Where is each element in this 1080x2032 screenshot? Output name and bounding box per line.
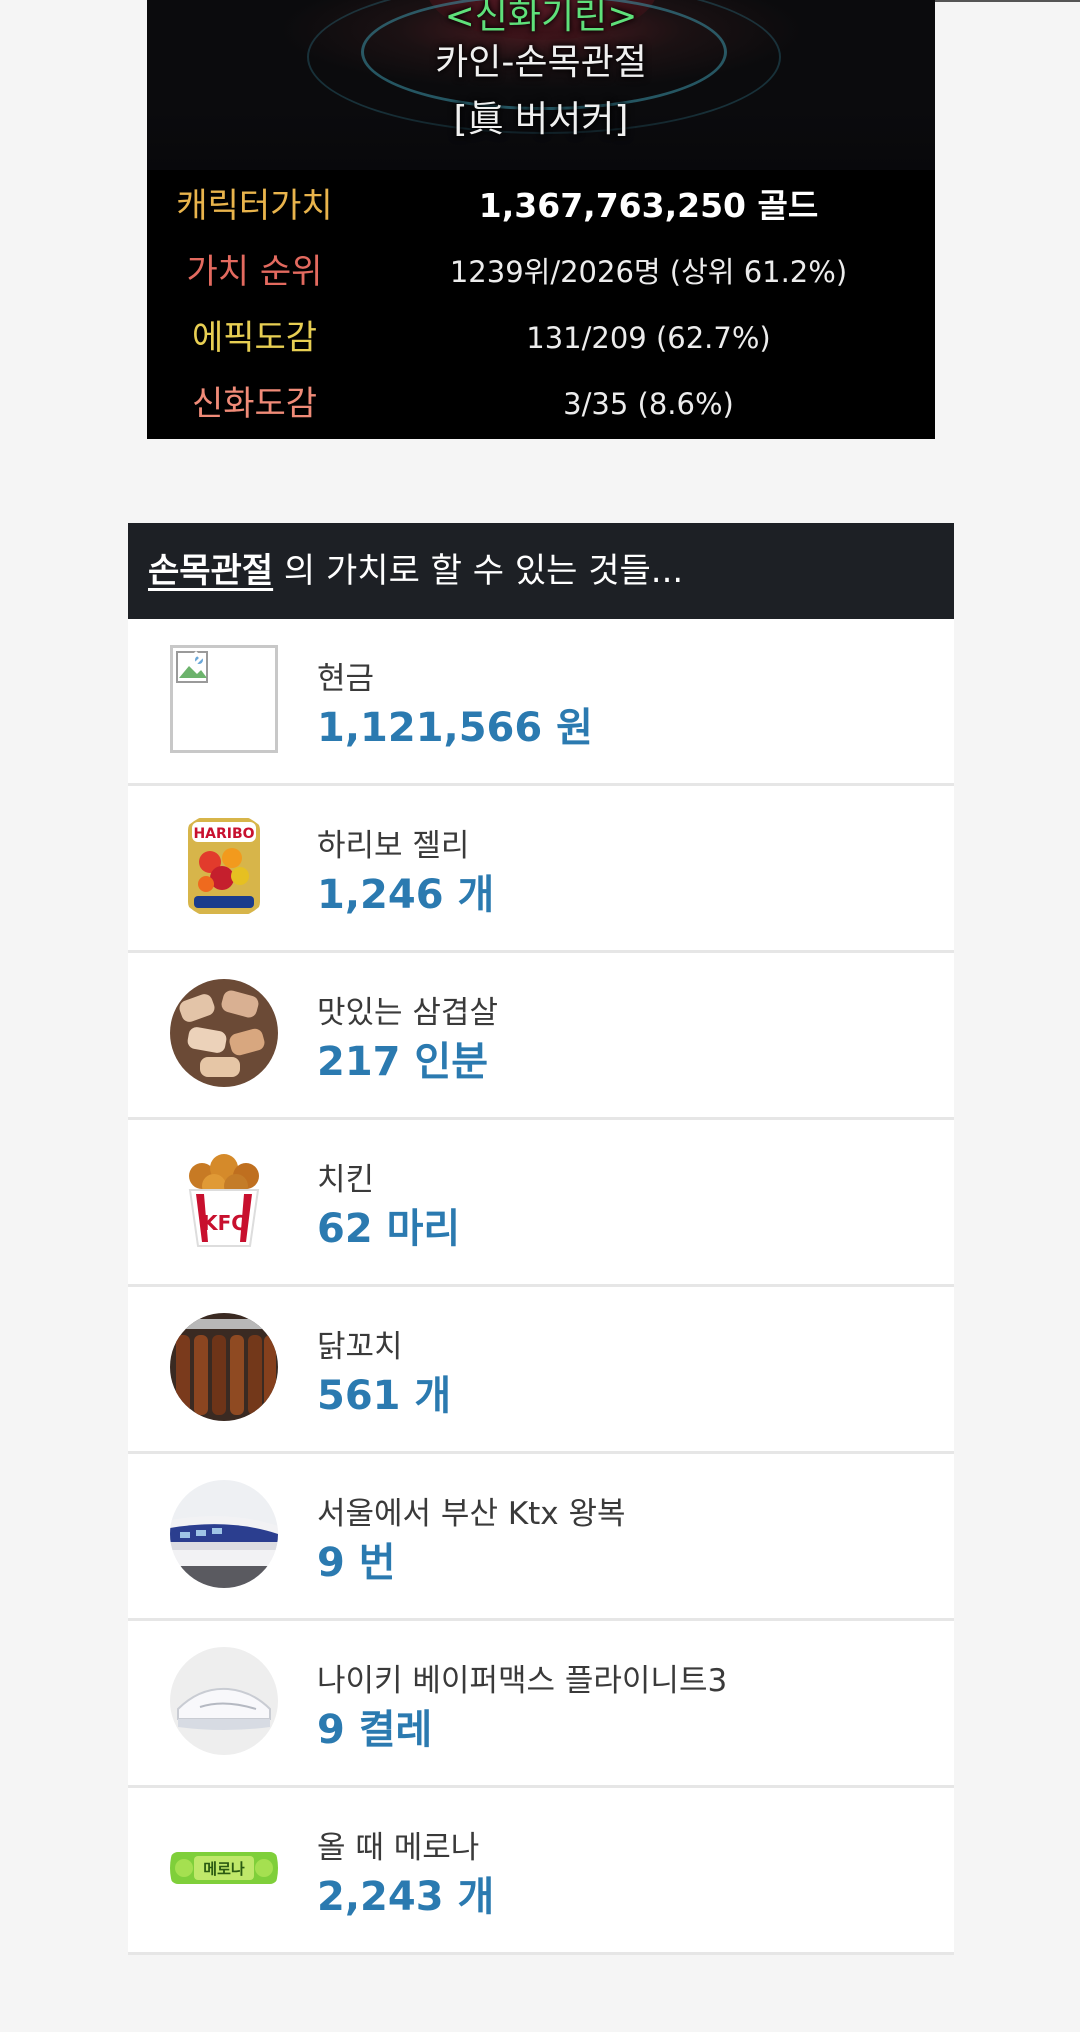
item-label: 현금 [317, 661, 375, 697]
samgyeopsal-icon [170, 979, 278, 1087]
list-item: 나이키 베이퍼맥스 플라이니트3 9 켤레 [128, 1621, 954, 1788]
stat-value: 1,367,763,250 골드 [478, 186, 819, 225]
top-divider [935, 0, 1080, 2]
chicken-skewer-icon [170, 1313, 278, 1421]
stat-row-value: 캐릭터가치 1,367,763,250 골드 [147, 173, 935, 239]
list-item: 현금 1,121,566 원 [128, 619, 954, 786]
list-item: KFC 치킨 62 마리 [128, 1120, 954, 1287]
stat-value: 3/35 (8.6%) [563, 387, 734, 421]
stat-value: 1239위/2026명 (상위 61.2%) [449, 255, 848, 289]
item-value: 1,121,566 원 [317, 705, 593, 751]
item-label: 서울에서 부산 Ktx 왕복 [317, 1496, 626, 1532]
stat-label: 캐릭터가치 [176, 186, 333, 226]
item-value: 2,243 개 [317, 1874, 495, 1920]
item-value: 9 켤레 [317, 1707, 433, 1753]
stat-label: 에픽도감 [191, 318, 318, 358]
character-card: <신화기린> 카인-손목관절 [眞 버서커] 캐릭터가치 1,367,763,2… [147, 0, 935, 439]
haribo-icon: HARIBO [170, 812, 278, 920]
character-class: [眞 버서커] [453, 99, 629, 140]
character-name-link[interactable]: 손목관절 [148, 551, 273, 591]
melona-icon: 메로나 [170, 1814, 278, 1922]
item-label: 올 때 메로나 [317, 1830, 480, 1866]
worth-list: 현금 1,121,566 원 HARIBO 하리보 젤리 1,246 개 맛있는… [128, 619, 954, 1955]
item-label: 나이키 베이퍼맥스 플라이니트3 [317, 1663, 728, 1699]
list-item: 닭꼬치 561 개 [128, 1287, 954, 1454]
ktx-train-icon [170, 1480, 278, 1588]
item-label: 맛있는 삼겹살 [317, 995, 498, 1031]
character-title-tag: <신화기린> [444, 0, 638, 37]
item-value: 9 번 [317, 1540, 396, 1586]
list-item: HARIBO 하리보 젤리 1,246 개 [128, 786, 954, 953]
item-value: 217 인분 [317, 1039, 489, 1085]
item-value: 62 마리 [317, 1206, 461, 1252]
stat-row-epic: 에픽도감 131/209 (62.7%) [147, 305, 935, 371]
character-server-name: 카인-손목관절 [435, 42, 647, 83]
stat-label: 신화도감 [191, 384, 318, 424]
item-label: 치킨 [317, 1162, 375, 1198]
stat-row-rank: 가치 순위 1239위/2026명 (상위 61.2%) [147, 239, 935, 305]
svg-text:KFC: KFC [202, 1211, 246, 1235]
melona-icon-text: 메로나 [203, 1860, 245, 1878]
broken-image-icon [170, 645, 278, 753]
character-banner: <신화기린> 카인-손목관절 [眞 버서커] [147, 0, 935, 170]
item-value: 561 개 [317, 1373, 452, 1419]
item-label: 닭꼬치 [317, 1329, 403, 1365]
list-item: 맛있는 삼겹살 217 인분 [128, 953, 954, 1120]
item-label: 하리보 젤리 [317, 828, 470, 864]
stat-value: 131/209 (62.7%) [526, 321, 771, 355]
svg-text:HARIBO: HARIBO [193, 826, 254, 842]
item-value: 1,246 개 [317, 872, 495, 918]
list-item: 메로나 올 때 메로나 2,243 개 [128, 1788, 954, 1955]
chicken-icon: KFC [170, 1146, 278, 1254]
stat-label: 가치 순위 [186, 252, 323, 292]
worth-header-suffix: 의 가치로 할 수 있는 것들... [273, 551, 684, 591]
worth-panel-header: 손목관절 의 가치로 할 수 있는 것들... [128, 523, 954, 619]
stat-row-mythic: 신화도감 3/35 (8.6%) [147, 371, 935, 437]
list-item: 서울에서 부산 Ktx 왕복 9 번 [128, 1454, 954, 1621]
nike-shoe-icon [170, 1647, 278, 1755]
